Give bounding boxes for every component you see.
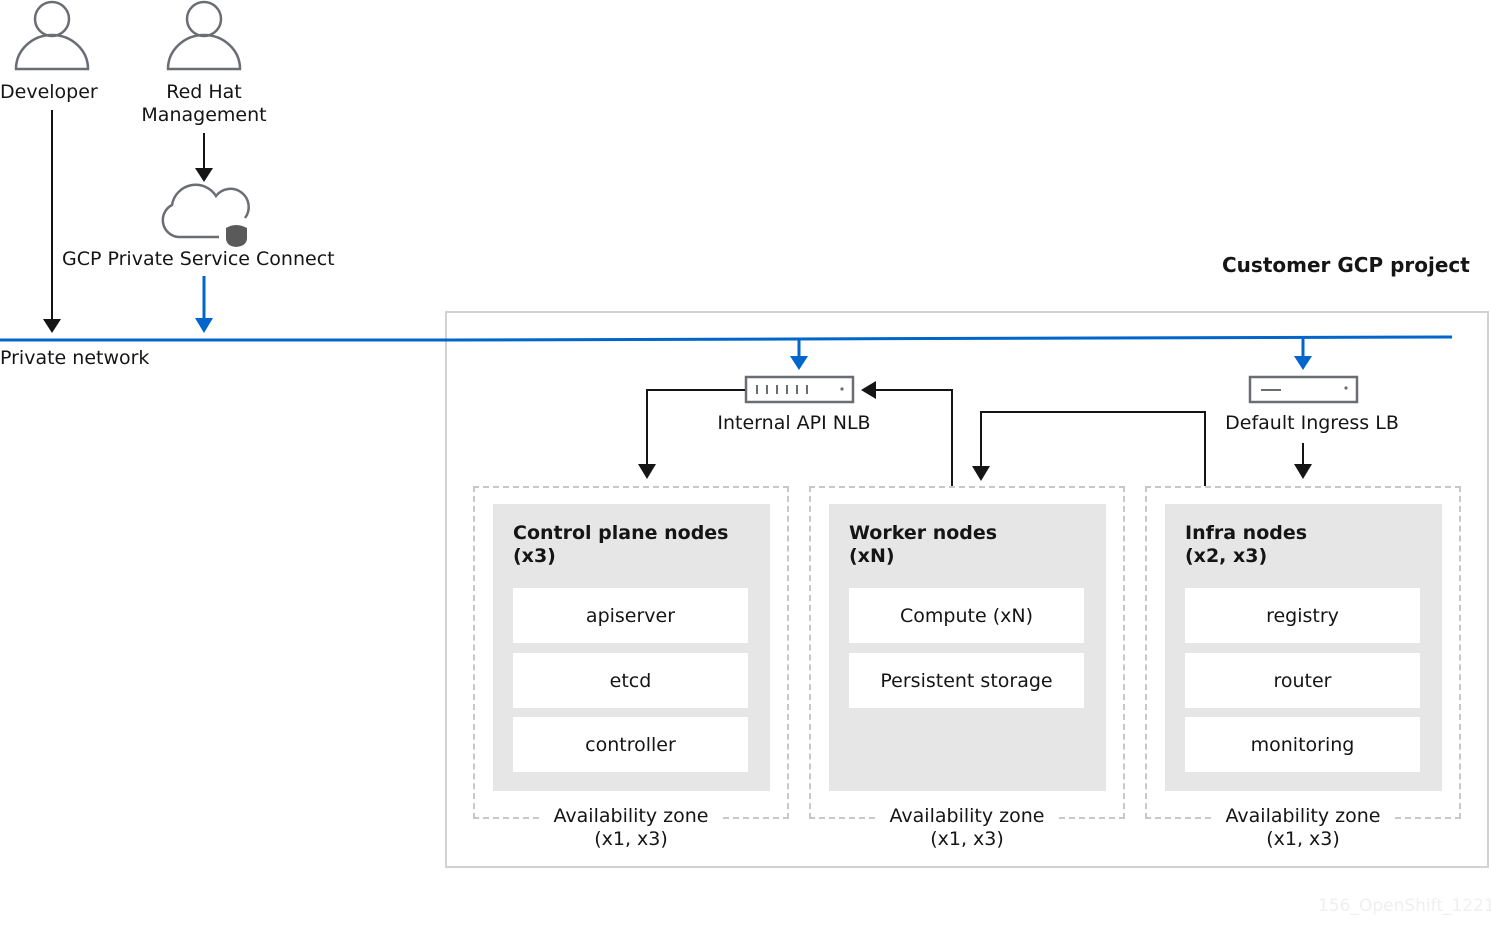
developer-person-icon xyxy=(14,0,90,71)
internal-nlb-label: Internal API NLB xyxy=(717,412,871,434)
network-to-ingress-arrow xyxy=(1294,338,1312,370)
private-network-label: Private network xyxy=(0,347,150,369)
developer-label: Developer xyxy=(0,81,98,103)
ingress-to-infra-arrow xyxy=(1294,443,1312,479)
private-network-line xyxy=(0,335,1453,342)
developer-arrow xyxy=(43,110,61,333)
watermark: 156_OpenShift_1221 xyxy=(1318,896,1491,916)
network-to-nlb-arrow xyxy=(790,339,808,370)
psc-arrow xyxy=(195,276,213,333)
psc-label: GCP Private Service Connect xyxy=(62,248,335,270)
ingress-lb-icon xyxy=(1248,375,1359,404)
infra-to-worker-arrow xyxy=(972,411,1206,486)
redhat-person-icon xyxy=(166,0,242,71)
cloud-shield-icon xyxy=(161,183,250,247)
project-title: Customer GCP project xyxy=(1222,253,1470,277)
connectors xyxy=(0,0,1453,486)
redhat-arrow xyxy=(195,133,213,182)
internal-nlb-icon xyxy=(744,375,855,404)
redhat-management-label: Red Hat Management xyxy=(141,81,267,126)
ingress-lb-label: Default Ingress LB xyxy=(1225,412,1399,434)
